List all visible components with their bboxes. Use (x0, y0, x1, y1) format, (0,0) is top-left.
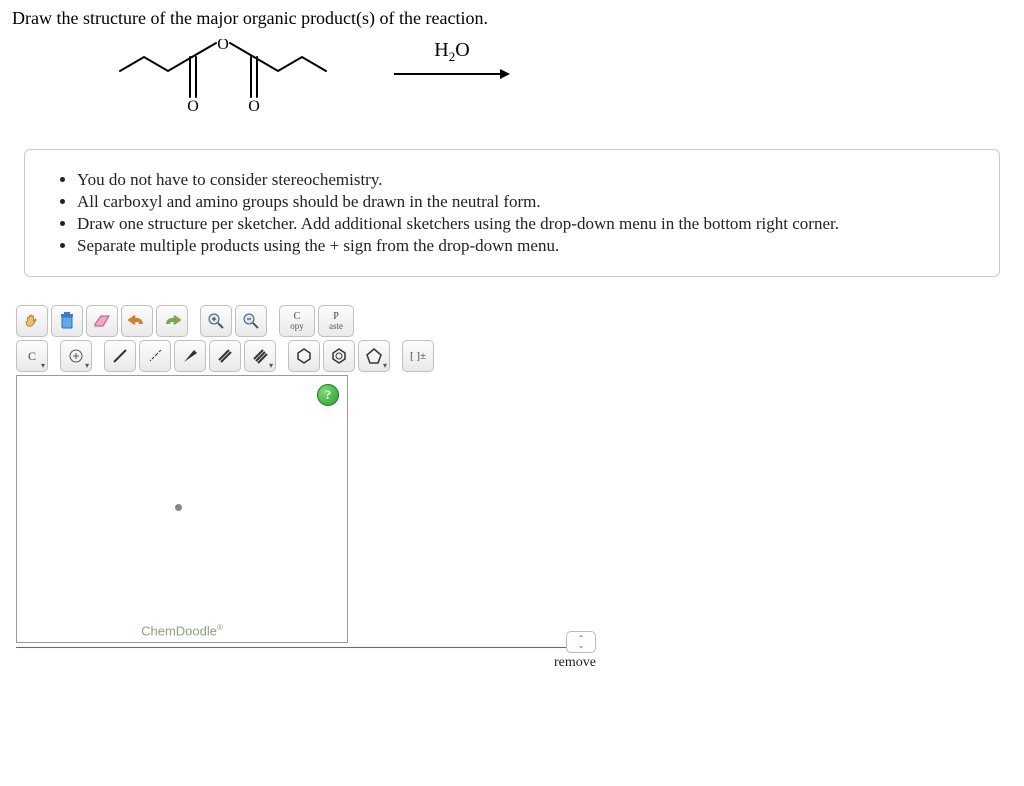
reagent-label: H2O (392, 39, 512, 65)
ring-picker[interactable] (358, 340, 390, 372)
copy-tool[interactable]: C opy (279, 305, 315, 337)
double-bond-icon (216, 347, 234, 365)
reaction-conditions: H2O (392, 39, 512, 81)
hint-item: All carboxyl and amino groups should be … (77, 192, 975, 212)
sketcher-region: C opy P aste C (16, 305, 596, 648)
svg-text:O: O (187, 98, 199, 115)
remove-link[interactable]: remove (554, 655, 596, 671)
wedge-bond-icon (181, 347, 199, 365)
erase-tool[interactable] (86, 305, 118, 337)
zoom-in-icon (207, 312, 225, 330)
toolbar-row-2: C [ ]± (16, 340, 596, 372)
copy-label-bot: opy (290, 322, 304, 331)
sketcher-stepper[interactable]: ⌃ ⌄ (566, 631, 596, 653)
paste-label-top: P (333, 312, 339, 322)
trash-icon (59, 312, 75, 330)
recessed-bond-tool[interactable] (139, 340, 171, 372)
brand-text: ChemDoodle (141, 623, 217, 638)
single-bond-icon (111, 347, 129, 365)
hint-item: Draw one structure per sketcher. Add add… (77, 214, 975, 234)
benzene-icon (330, 347, 348, 365)
paste-tool[interactable]: P aste (318, 305, 354, 337)
chevron-down-icon: ⌄ (578, 642, 585, 649)
svg-text:O: O (217, 39, 229, 53)
move-tool[interactable] (16, 305, 48, 337)
single-bond-tool[interactable] (104, 340, 136, 372)
hint-item: Separate multiple products using the + s… (77, 236, 975, 256)
hand-icon (23, 312, 41, 330)
double-bond-tool[interactable] (209, 340, 241, 372)
hints-box: You do not have to consider stereochemis… (24, 149, 1000, 277)
reactant-structure: O O O (112, 39, 362, 129)
hint-item: You do not have to consider stereochemis… (77, 170, 975, 190)
charge-tool[interactable]: [ ]± (402, 340, 434, 372)
reaction-arrow-icon (392, 67, 512, 81)
help-button[interactable]: ? (317, 384, 339, 406)
cyclohexane-tool[interactable] (288, 340, 320, 372)
hexagon-icon (295, 347, 313, 365)
brand-sup: ® (217, 623, 223, 632)
chemdoodle-brand: ChemDoodle® (141, 623, 223, 638)
element-picker[interactable]: C (16, 340, 48, 372)
svg-text:O: O (248, 98, 260, 115)
undo-icon (128, 314, 146, 328)
sketcher-controls: ⌃ ⌄ remove (554, 631, 596, 671)
undo-tool[interactable] (121, 305, 153, 337)
zoom-in-tool[interactable] (200, 305, 232, 337)
eraser-icon (93, 314, 111, 328)
redo-tool[interactable] (156, 305, 188, 337)
zoom-out-tool[interactable] (235, 305, 267, 337)
add-tool[interactable] (60, 340, 92, 372)
triple-bond-tool[interactable] (244, 340, 276, 372)
reaction-scheme: O O O H2O (112, 39, 1012, 129)
charge-label: [ ]± (410, 350, 426, 362)
benzene-tool[interactable] (323, 340, 355, 372)
clear-tool[interactable] (51, 305, 83, 337)
wedge-bond-tool[interactable] (174, 340, 206, 372)
question-text: Draw the structure of the major organic … (12, 8, 1012, 29)
recessed-bond-icon (146, 347, 164, 365)
placeholder-atom[interactable] (175, 504, 182, 511)
triple-bond-icon (251, 347, 269, 365)
redo-icon (163, 314, 181, 328)
plus-circle-icon (68, 348, 84, 364)
pentagon-icon (365, 347, 383, 365)
zoom-out-icon (242, 312, 260, 330)
toolbar-row-1: C opy P aste (16, 305, 596, 337)
drawing-canvas[interactable]: ? ChemDoodle® (16, 375, 348, 643)
paste-label-bot: aste (329, 322, 343, 331)
copy-label-top: C (294, 312, 301, 322)
element-label: C (28, 349, 36, 364)
